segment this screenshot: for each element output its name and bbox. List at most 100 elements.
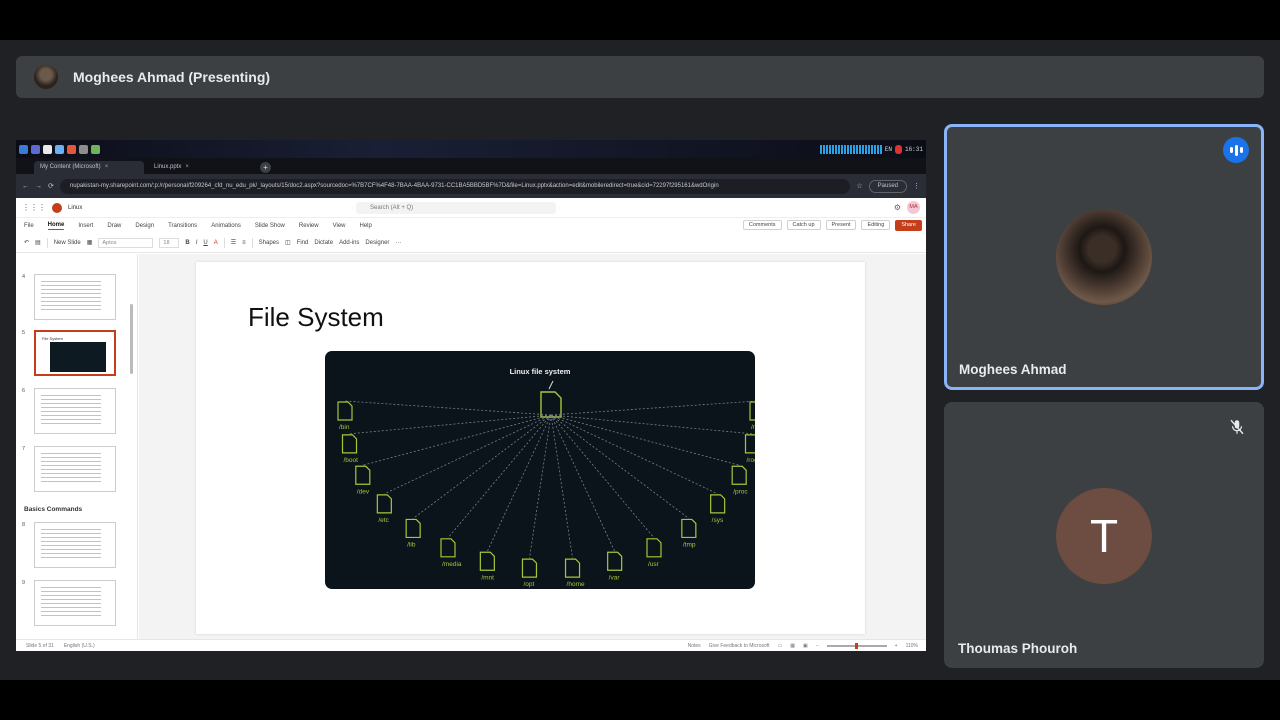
font-color-icon[interactable]: A xyxy=(214,240,218,246)
tab-home[interactable]: Home xyxy=(47,222,65,230)
files-icon[interactable] xyxy=(43,144,52,154)
thumbnail-slide-9[interactable]: 9 xyxy=(22,580,132,626)
back-icon[interactable]: ← xyxy=(22,183,29,190)
zoom-in-icon[interactable]: + xyxy=(895,643,898,649)
tab-help[interactable]: Help xyxy=(360,223,372,229)
dir-label: /var xyxy=(609,574,621,581)
catch-up-button[interactable]: Catch up xyxy=(786,220,821,230)
thumbnail-slide-4[interactable]: 4 xyxy=(22,274,132,320)
dir-file-icon xyxy=(749,401,755,421)
participant-tile-moghees[interactable]: Moghees Ahmad xyxy=(944,124,1264,390)
arrange-icon[interactable]: ◫ xyxy=(285,239,291,246)
browser-toolbar: ← → ⟳ nupakistan-my.sharepoint.com/:p:/r… xyxy=(16,174,926,198)
editing-mode-button[interactable]: Editing xyxy=(861,220,891,230)
linux-fs-diagram[interactable]: Linux file system /bin/boot/dev/etc/lib /… xyxy=(325,351,755,589)
bullets-icon[interactable]: ☰ xyxy=(231,239,236,246)
app-launcher-icon[interactable]: ⋮⋮⋮ xyxy=(22,203,46,212)
gear-icon[interactable]: ⚙ xyxy=(894,203,901,212)
comments-button[interactable]: Comments xyxy=(742,220,782,230)
divider xyxy=(223,237,225,248)
normal-view-icon[interactable]: ▭ xyxy=(778,643,783,649)
tab-view[interactable]: View xyxy=(333,223,346,229)
tab-animations[interactable]: Animations xyxy=(211,223,241,229)
thumbnail-number: 5 xyxy=(22,330,26,336)
thumbnail-slide-8[interactable]: 8 xyxy=(22,522,132,568)
tray-clock[interactable]: 16:31 xyxy=(905,146,923,153)
reading-view-icon[interactable]: ▣ xyxy=(803,643,808,649)
close-icon[interactable]: × xyxy=(105,164,109,174)
new-slide-button[interactable]: New Slide xyxy=(54,240,81,246)
profile-paused-button[interactable]: Paused xyxy=(868,179,907,193)
bookmark-star-icon[interactable]: ☆ xyxy=(856,182,862,190)
bold-icon[interactable]: B xyxy=(185,240,189,246)
layout-icon[interactable]: ▦ xyxy=(87,239,93,246)
italic-icon[interactable]: I xyxy=(196,240,198,246)
tab-linux-pptx[interactable]: Linux.pptx × xyxy=(148,161,256,174)
search-box[interactable]: Search (Alt + Q) xyxy=(356,202,556,214)
tray-lang[interactable]: EN xyxy=(885,146,892,153)
shapes-button[interactable]: Shapes xyxy=(259,240,279,246)
dictate-button[interactable]: Dictate xyxy=(314,240,333,246)
font-size-select[interactable]: 18 xyxy=(159,237,180,248)
taskview-icon[interactable] xyxy=(31,144,40,154)
thumbnail-slide-5[interactable]: 5 File System xyxy=(22,330,132,376)
dir-file-icon xyxy=(521,558,538,578)
designer-button[interactable]: Designer xyxy=(365,240,389,246)
slide-title[interactable]: File System xyxy=(248,302,384,333)
zoom-knob[interactable] xyxy=(854,642,858,649)
tab-transitions[interactable]: Transitions xyxy=(168,223,197,229)
tab-my-content[interactable]: My Content (Microsoft) × xyxy=(34,161,144,174)
close-icon[interactable]: × xyxy=(185,164,189,174)
thumbnail-slide-7[interactable]: 7 xyxy=(22,446,132,492)
tab-design[interactable]: Design xyxy=(135,223,154,229)
paste-icon[interactable]: ▤ xyxy=(35,239,41,246)
root-pointer xyxy=(548,380,554,390)
dir-label: /dev xyxy=(357,488,370,495)
tab-insert[interactable]: Insert xyxy=(78,223,93,229)
app-icon[interactable] xyxy=(91,144,100,154)
sorter-view-icon[interactable]: ▦ xyxy=(790,643,795,649)
mic-tray-icon[interactable] xyxy=(894,144,902,154)
thumbnail-slide-6[interactable]: 6 xyxy=(22,388,132,434)
start-icon[interactable] xyxy=(19,144,28,154)
menu-dots-icon[interactable]: ⋮ xyxy=(913,182,920,190)
mail-icon[interactable] xyxy=(55,144,64,154)
participant-tile-thoumas[interactable]: T Thoumas Phouroh xyxy=(944,402,1264,668)
firefox-icon[interactable] xyxy=(67,144,76,154)
thumbnail-scrollbar[interactable] xyxy=(130,304,133,374)
notes-button[interactable]: Notes xyxy=(688,643,701,649)
language-status[interactable]: English (U.S.) xyxy=(64,643,95,649)
undo-icon[interactable]: ↶ xyxy=(24,239,29,246)
add-ins-button[interactable]: Add-ins xyxy=(339,240,359,246)
zoom-level[interactable]: 110% xyxy=(906,643,918,649)
shared-screen: EN 16:31 My Content (Microsoft) × Linux.… xyxy=(16,140,926,651)
tab-label: My Content (Microsoft) xyxy=(40,164,101,170)
document-name[interactable]: Linux xyxy=(68,205,82,211)
more-options-icon[interactable]: ··· xyxy=(395,240,401,246)
connector-line xyxy=(550,414,690,519)
zoom-out-icon[interactable]: − xyxy=(816,643,819,649)
tab-review[interactable]: Review xyxy=(299,223,319,229)
account-avatar[interactable]: MA xyxy=(907,201,920,214)
tab-slide-show[interactable]: Slide Show xyxy=(255,223,285,229)
terminal-icon[interactable] xyxy=(79,144,88,154)
share-button[interactable]: Share xyxy=(895,220,922,231)
connector-line xyxy=(550,400,755,416)
reload-icon[interactable]: ⟳ xyxy=(48,182,54,190)
new-tab-button[interactable]: + xyxy=(260,162,271,173)
connector-line xyxy=(550,414,753,435)
find-button[interactable]: Find xyxy=(297,240,309,246)
zoom-slider[interactable] xyxy=(826,642,887,649)
present-button[interactable]: Present xyxy=(825,220,857,230)
section-label[interactable]: Basics Commands xyxy=(24,506,82,513)
tab-draw[interactable]: Draw xyxy=(107,223,121,229)
connector-line xyxy=(412,414,552,519)
forward-icon[interactable]: → xyxy=(35,183,42,190)
feedback-link[interactable]: Give Feedback to Microsoft xyxy=(709,643,770,649)
address-bar[interactable]: nupakistan-my.sharepoint.com/:p:/r/perso… xyxy=(59,178,851,194)
current-slide[interactable]: File System Linux file system /bin/boot /… xyxy=(196,262,865,634)
align-icon[interactable]: ≡ xyxy=(242,240,246,246)
underline-icon[interactable]: U xyxy=(203,240,207,246)
tab-file[interactable]: File xyxy=(24,223,34,229)
font-family-select[interactable]: Aptos xyxy=(98,237,154,248)
